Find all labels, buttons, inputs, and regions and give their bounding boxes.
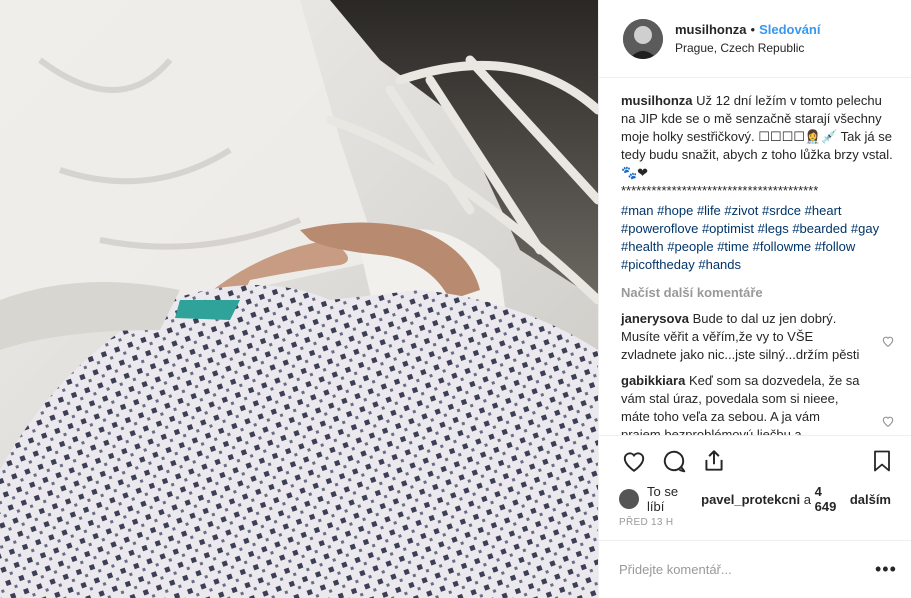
- likes-summary: To se líbí pavel_protekcni a 4 649 další…: [599, 484, 911, 514]
- heart-icon: [623, 451, 645, 472]
- hashtag-link[interactable]: #man: [621, 203, 654, 218]
- add-comment-input[interactable]: [619, 562, 875, 577]
- post-container: musilhonza • Sledování Prague, Czech Repub…: [0, 0, 911, 598]
- hashtag-link[interactable]: #picoftheday: [621, 257, 695, 272]
- liker-username[interactable]: pavel_protekcni: [701, 492, 800, 507]
- hashtag-link[interactable]: #heart: [805, 203, 842, 218]
- header-separator: •: [750, 21, 756, 37]
- location-link[interactable]: Prague, Czech Republic: [675, 40, 821, 57]
- hashtag-link[interactable]: #life: [697, 203, 721, 218]
- comment-button[interactable]: [659, 446, 689, 476]
- hashtag-link[interactable]: #zivot: [724, 203, 758, 218]
- likes-middle: a: [803, 491, 811, 507]
- header-username[interactable]: musilhonza: [675, 22, 747, 37]
- likes-suffix[interactable]: dalším: [850, 492, 891, 507]
- post-caption: musilhonza Už 12 dní ležím v tomto pelec…: [621, 92, 895, 274]
- comment-item: janerysova Bude to dal uz jen dobrý. Mus…: [621, 310, 895, 364]
- bookmark-icon: [874, 450, 890, 471]
- comment-like-heart-icon[interactable]: [881, 414, 895, 428]
- hashtag-link[interactable]: #people: [667, 239, 713, 254]
- caption-username[interactable]: musilhonza: [621, 93, 693, 108]
- add-comment-bar: •••: [599, 540, 911, 598]
- post-photo[interactable]: [0, 0, 598, 598]
- hashtag-list: #man #hope #life #zivot #srdce #heart #p…: [621, 202, 895, 274]
- comment-username[interactable]: gabikkiara: [621, 373, 685, 388]
- more-options-icon[interactable]: •••: [875, 559, 896, 580]
- hashtag-link[interactable]: #gay: [851, 221, 879, 236]
- hashtag-link[interactable]: #hands: [698, 257, 741, 272]
- hospital-bed-photo: [0, 0, 598, 598]
- header-text: musilhonza • Sledování Prague, Czech Repub…: [675, 21, 821, 57]
- hashtag-link[interactable]: #bearded: [792, 221, 847, 236]
- hashtag-link[interactable]: #follow: [815, 239, 855, 254]
- hashtag-link[interactable]: #poweroflove: [621, 221, 698, 236]
- save-button[interactable]: [867, 446, 897, 476]
- caption-stars: ***************************************: [621, 183, 819, 198]
- hashtag-link[interactable]: #time: [717, 239, 749, 254]
- comment-like-heart-icon[interactable]: [881, 334, 895, 348]
- hashtag-link[interactable]: #optimist: [702, 221, 754, 236]
- share-button[interactable]: [699, 446, 729, 476]
- likes-count[interactable]: 4 649: [815, 484, 847, 514]
- comment-icon: [663, 450, 686, 472]
- post-sidebar: musilhonza • Sledování Prague, Czech Repub…: [598, 0, 911, 598]
- likes-prefix: To se líbí: [647, 484, 679, 514]
- load-more-comments[interactable]: Načíst další komentáře: [621, 284, 895, 302]
- hashtag-link[interactable]: #followme: [753, 239, 812, 254]
- hashtag-link[interactable]: #legs: [758, 221, 789, 236]
- action-bar: [599, 435, 911, 485]
- like-button[interactable]: [619, 446, 649, 476]
- post-timestamp[interactable]: PŘED 13 H: [599, 513, 911, 540]
- comments-section: musilhonza Už 12 dní ležím v tomto pelec…: [599, 78, 911, 435]
- liker-avatar[interactable]: [619, 489, 639, 509]
- comment-item: gabikkiara Keď som sa dozvedela, že sa v…: [621, 372, 895, 435]
- share-icon: [705, 449, 723, 471]
- comment-username[interactable]: janerysova: [621, 311, 689, 326]
- hashtag-link[interactable]: #srdce: [762, 203, 801, 218]
- hashtag-link[interactable]: #health: [621, 239, 664, 254]
- hashtag-link[interactable]: #hope: [657, 203, 693, 218]
- post-header: musilhonza • Sledování Prague, Czech Repub…: [599, 0, 911, 78]
- follow-button[interactable]: Sledování: [759, 22, 820, 37]
- avatar-image: [623, 18, 663, 59]
- avatar[interactable]: [623, 18, 663, 59]
